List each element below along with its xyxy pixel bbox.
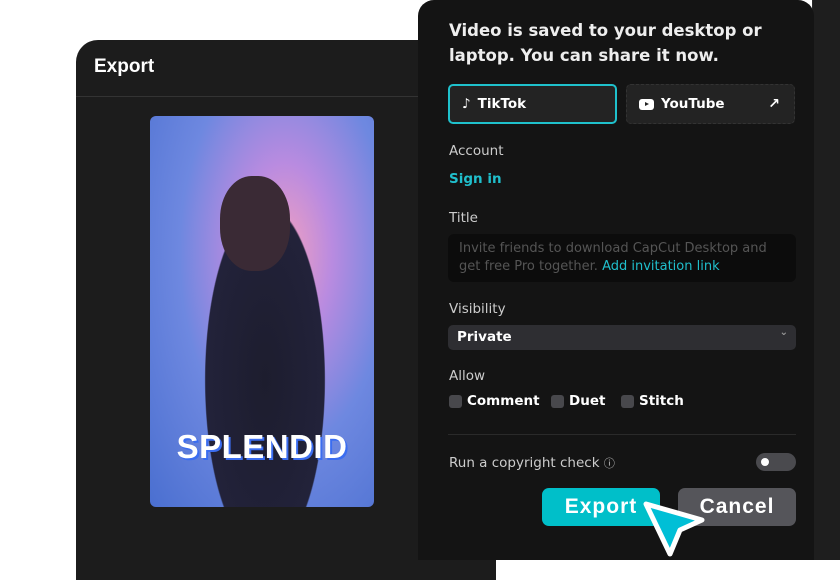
background-column: [812, 0, 840, 560]
checkbox-box: [449, 394, 462, 408]
copyright-row: Run a copyright check ⓘ: [449, 455, 615, 471]
copyright-toggle[interactable]: [756, 453, 796, 471]
arrow-up-right-icon: ↗: [768, 96, 780, 112]
copyright-label: Run a copyright check: [449, 455, 600, 471]
checkbox-box: [551, 394, 564, 408]
title-label: Title: [449, 210, 478, 226]
duet-checkbox[interactable]: Duet: [551, 393, 605, 409]
preview-head: [220, 176, 290, 271]
sign-in-link[interactable]: Sign in: [449, 171, 502, 187]
add-invitation-link[interactable]: Add invitation link: [602, 259, 720, 274]
checkbox-label: Comment: [467, 393, 540, 409]
youtube-button[interactable]: YouTube ↗: [626, 84, 795, 124]
preview-caption: SPLENDID: [176, 428, 348, 465]
comment-checkbox[interactable]: Comment: [449, 393, 540, 409]
visibility-select[interactable]: Private ⌄: [448, 325, 796, 350]
title-input[interactable]: Invite friends to download CapCut Deskto…: [448, 234, 796, 282]
visibility-label: Visibility: [449, 301, 506, 317]
help-icon[interactable]: ⓘ: [604, 457, 615, 470]
tiktok-label: TikTok: [477, 96, 527, 112]
checkbox-box: [621, 394, 634, 408]
tiktok-icon: ♪: [462, 96, 471, 112]
chevron-down-icon: ⌄: [779, 327, 788, 338]
allow-label: Allow: [449, 368, 486, 384]
checkbox-label: Duet: [569, 393, 606, 409]
account-label: Account: [449, 143, 504, 159]
video-preview: SPLENDID: [150, 116, 374, 507]
share-heading: Video is saved to your desktop or laptop…: [449, 21, 762, 65]
checkbox-label: Stitch: [639, 393, 684, 409]
visibility-value: Private: [457, 329, 512, 345]
pointer-cursor-icon: [643, 501, 705, 557]
export-window-title: Export: [94, 56, 155, 77]
divider: [448, 434, 796, 435]
youtube-label: YouTube: [661, 96, 725, 112]
stitch-checkbox[interactable]: Stitch: [621, 393, 684, 409]
tiktok-button[interactable]: ♪ TikTok: [448, 84, 617, 124]
share-panel: Video is saved to your desktop or laptop…: [418, 0, 814, 560]
youtube-icon: [639, 98, 654, 110]
